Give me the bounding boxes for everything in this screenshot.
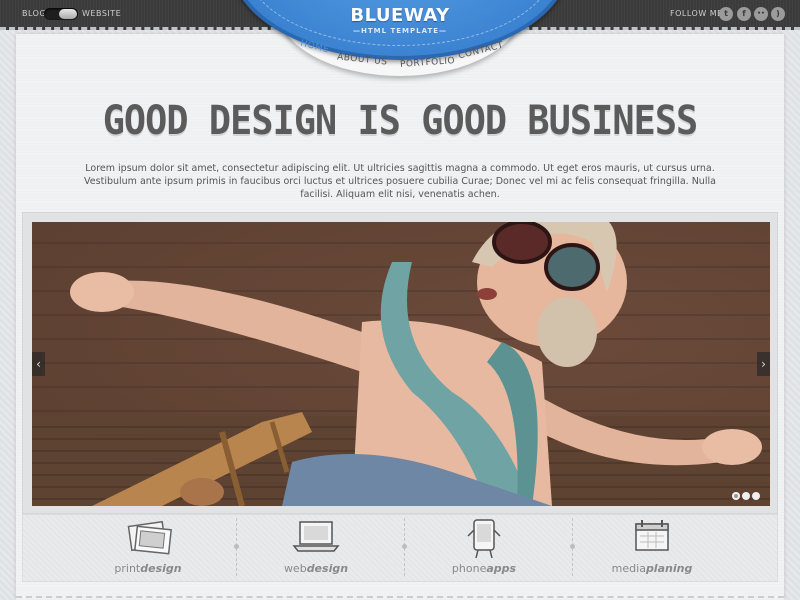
- service-phone-apps[interactable]: phoneapps: [400, 514, 568, 582]
- boy-aviator-photo: [70, 222, 762, 506]
- service-print-design[interactable]: printdesign: [64, 514, 232, 582]
- service-bold-text: design: [306, 562, 349, 575]
- intro-paragraph: Lorem ipsum dolor sit amet, consectetur …: [84, 163, 716, 200]
- slider-dot-3[interactable]: [752, 492, 760, 500]
- print-photos-icon: [127, 520, 172, 555]
- service-bold-text: planing: [645, 562, 693, 575]
- laptop-icon: [292, 521, 340, 552]
- service-light-text: media: [611, 562, 646, 575]
- phone-icon: [467, 519, 501, 559]
- service-label-web: webdesign: [232, 562, 400, 575]
- slider-dot-2[interactable]: [742, 492, 750, 500]
- slider-next-button[interactable]: ›: [757, 352, 770, 376]
- page-headline: GOOD DESIGN IS GOOD BUSINESS: [102, 98, 699, 144]
- service-bold-text: apps: [486, 562, 517, 575]
- service-label-print: printdesign: [64, 562, 232, 575]
- service-web-design[interactable]: webdesign: [232, 514, 400, 582]
- slider-prev-button[interactable]: ‹: [32, 352, 45, 376]
- service-light-text: print: [114, 562, 141, 575]
- service-light-text: phone: [451, 562, 487, 575]
- service-label-media: mediaplaning: [568, 562, 736, 575]
- slider-image[interactable]: [32, 222, 770, 506]
- service-label-phone: phoneapps: [400, 562, 568, 575]
- bottom-stitch: [16, 596, 784, 598]
- service-media-planing[interactable]: mediaplaning: [568, 514, 736, 582]
- calendar-icon: [635, 520, 669, 551]
- service-bold-text: design: [140, 562, 182, 575]
- logo-subtitle: —HTML TEMPLATE—: [352, 27, 448, 35]
- service-light-text: web: [283, 562, 307, 575]
- slider-dot-1[interactable]: [732, 492, 740, 500]
- logo-title[interactable]: BLUEWAY: [0, 5, 800, 26]
